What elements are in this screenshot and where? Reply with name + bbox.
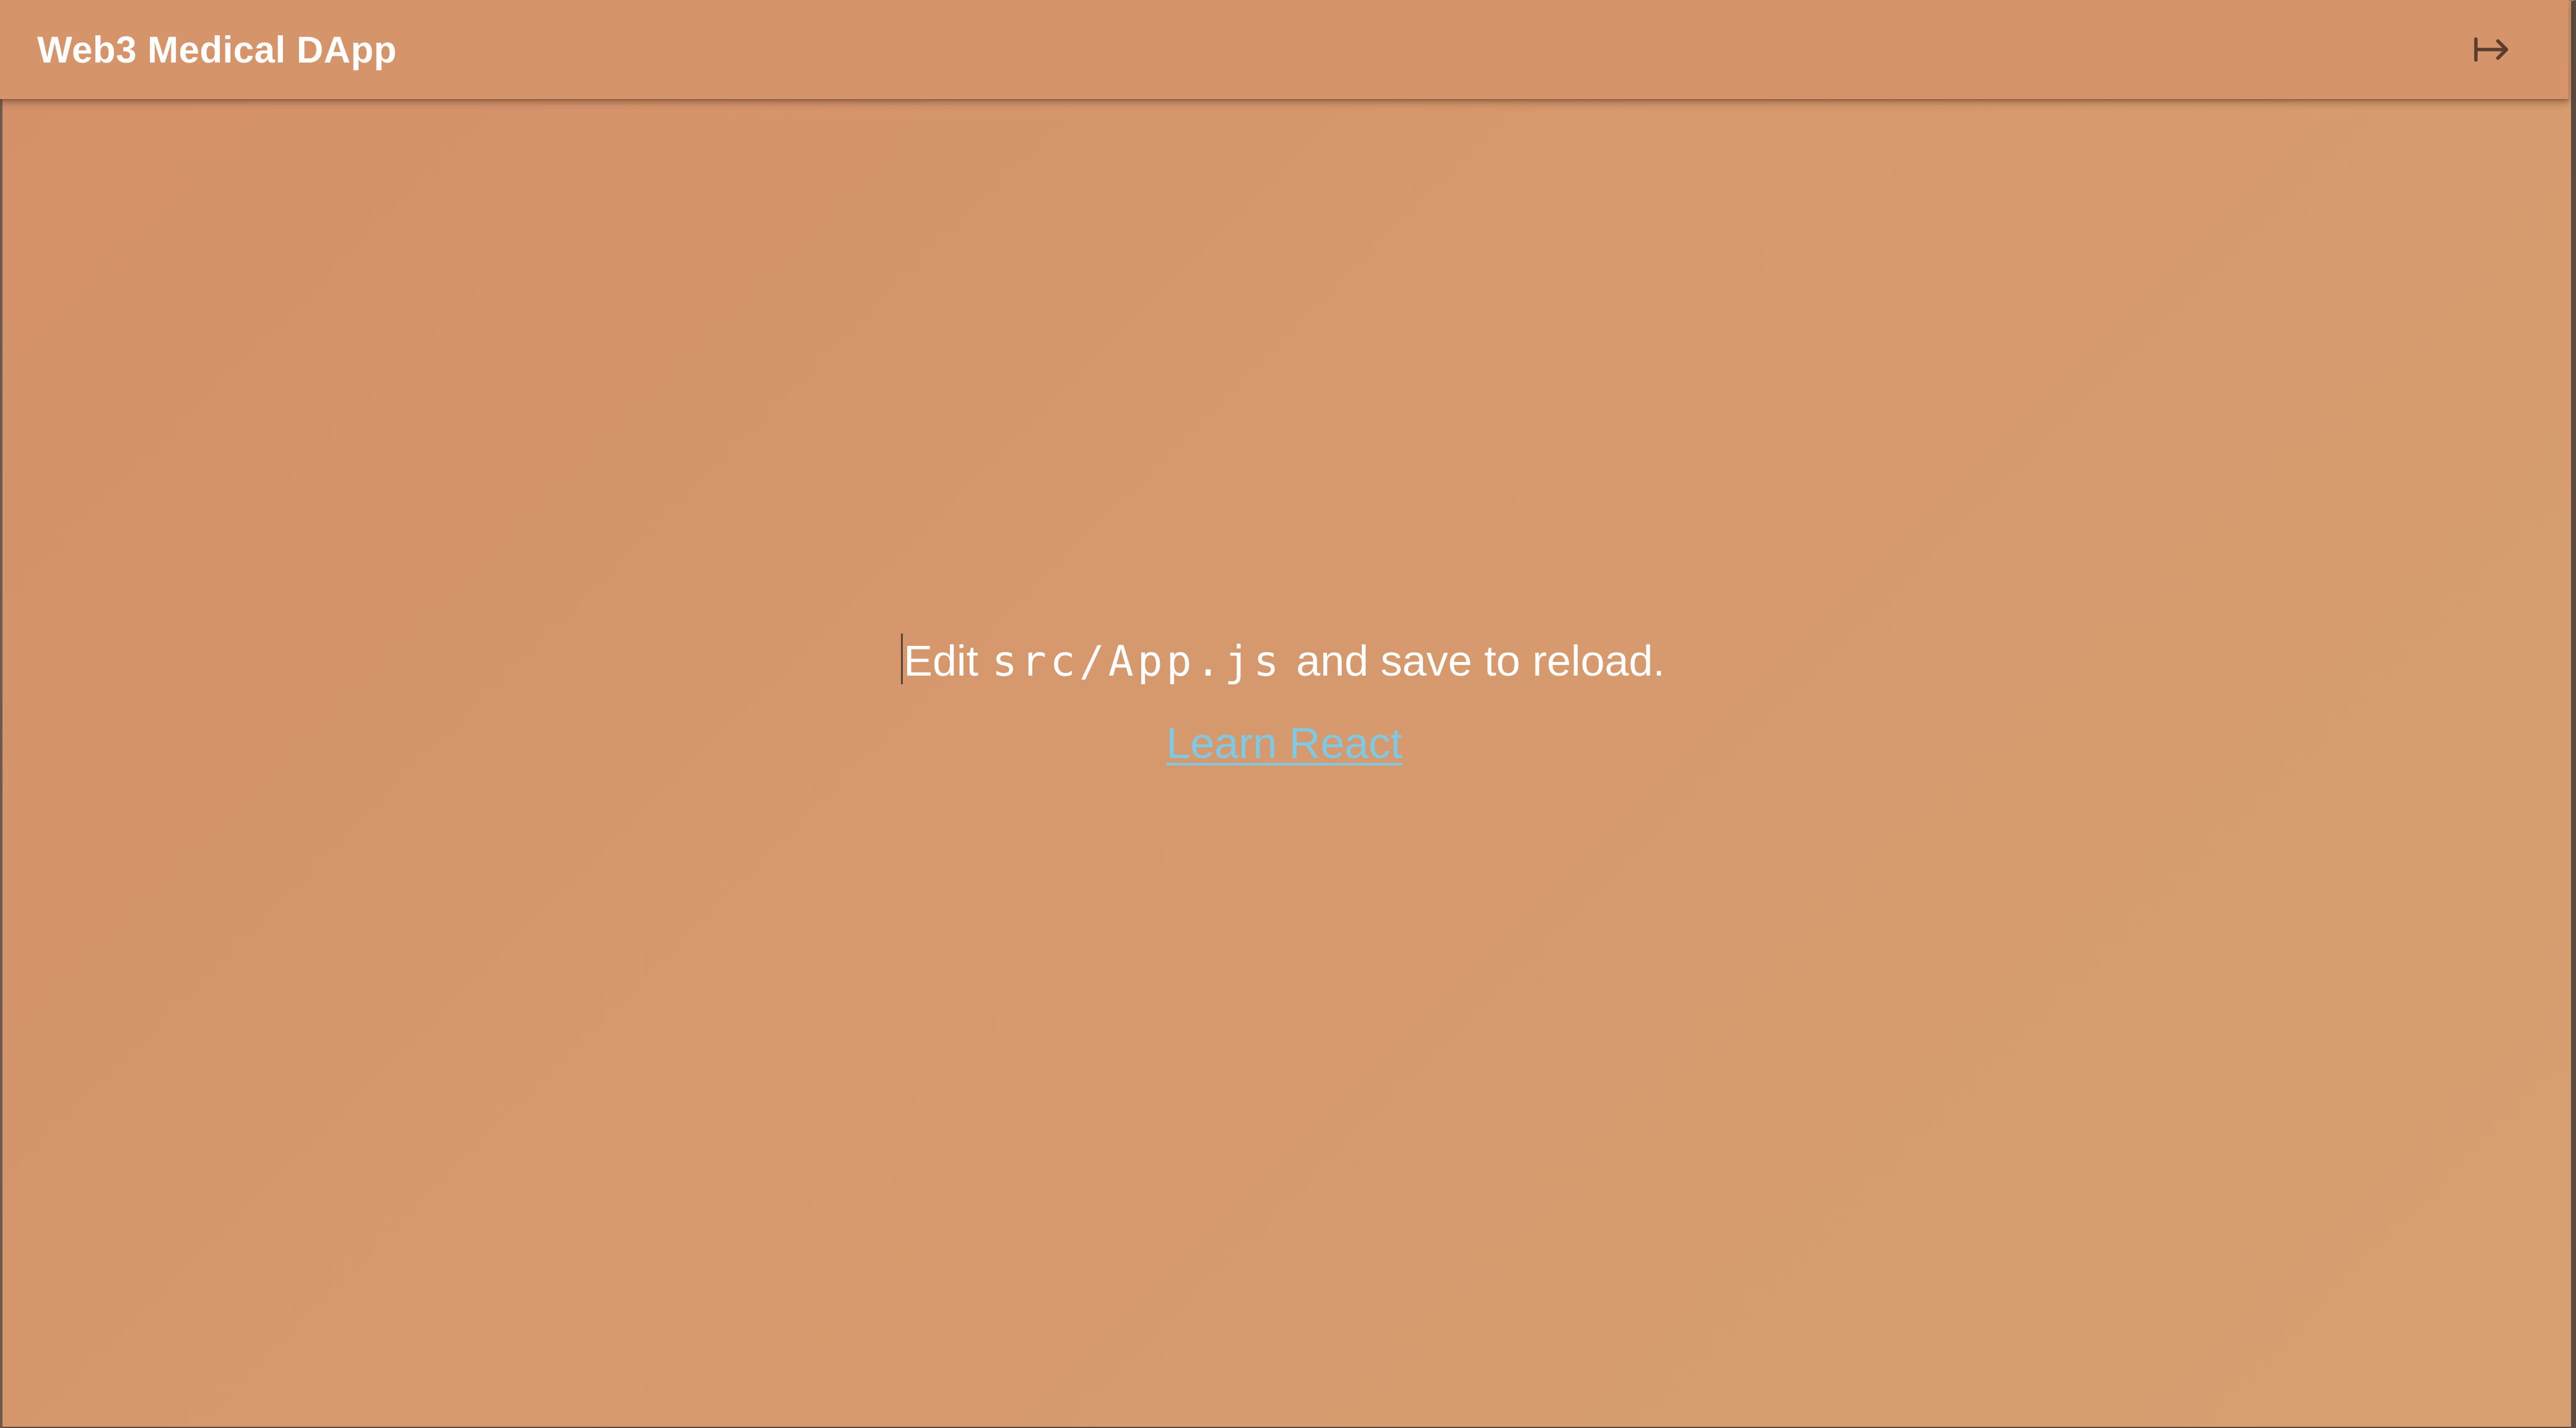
app-title: Web3 Medical DApp	[37, 28, 397, 71]
logout-arrow-icon	[2474, 37, 2509, 62]
learn-react-link[interactable]: Learn React	[1166, 718, 1402, 768]
code-path: src/App.js	[991, 637, 1283, 686]
edit-instruction: Edit src/App.js and save to reload.	[901, 633, 1665, 686]
logout-button[interactable]	[2463, 22, 2519, 77]
main-content: Edit src/App.js and save to reload. Lear…	[0, 99, 2569, 1428]
edit-prefix: Edit	[903, 636, 978, 685]
edit-suffix: and save to reload.	[1296, 636, 1665, 685]
text-cursor	[901, 633, 903, 684]
app-bar: Web3 Medical DApp	[0, 0, 2569, 99]
